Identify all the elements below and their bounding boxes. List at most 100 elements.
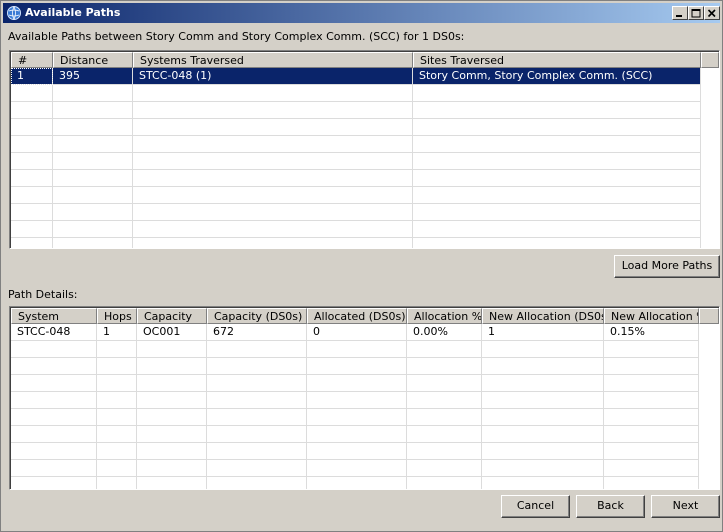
column-header-systems-traversed[interactable]: Systems Traversed: [133, 52, 413, 68]
column-header-system[interactable]: System: [11, 308, 97, 324]
app-globe-icon: [6, 5, 22, 21]
empty-cell: [137, 409, 207, 426]
detail-allocated-ds0s: 0: [307, 324, 407, 341]
empty-cell: [137, 426, 207, 443]
back-button[interactable]: Back: [576, 495, 645, 518]
empty-cell: [11, 238, 53, 248]
empty-cell: [53, 136, 133, 153]
empty-cell: [11, 170, 53, 187]
empty-cell: [413, 85, 701, 102]
empty-cell: [604, 375, 699, 392]
empty-cell: [207, 341, 307, 358]
empty-row: [11, 119, 701, 136]
maximize-button[interactable]: [688, 6, 704, 20]
empty-cell: [307, 409, 407, 426]
empty-cell: [307, 375, 407, 392]
paths-body: 1 395 STCC-048 (1) Story Comm, Story Com…: [11, 68, 701, 248]
empty-cell: [482, 409, 604, 426]
empty-cell: [413, 170, 701, 187]
path-distance: 395: [53, 68, 133, 85]
empty-cell: [53, 153, 133, 170]
empty-cell: [137, 375, 207, 392]
empty-cell: [133, 136, 413, 153]
empty-cell: [137, 443, 207, 460]
path-systems: STCC-048 (1): [133, 68, 413, 85]
empty-cell: [53, 102, 133, 119]
empty-cell: [11, 358, 97, 375]
empty-cell: [482, 392, 604, 409]
empty-cell: [53, 221, 133, 238]
details-body: STCC-048 1 OC001 672 0 0.00% 1 0.15%: [11, 324, 699, 489]
empty-cell: [133, 102, 413, 119]
path-sites: Story Comm, Story Complex Comm. (SCC): [413, 68, 701, 85]
column-header-hops[interactable]: Hops: [97, 308, 137, 324]
column-header-new-allocation-ds0s[interactable]: New Allocation (DS0s): [482, 308, 604, 324]
empty-cell: [307, 426, 407, 443]
cancel-button[interactable]: Cancel: [501, 495, 570, 518]
detail-capacity-ds0s: 672: [207, 324, 307, 341]
empty-cell: [53, 187, 133, 204]
column-header-capacity-ds0s[interactable]: Capacity (DS0s): [207, 308, 307, 324]
empty-cell: [11, 221, 53, 238]
empty-cell: [407, 426, 482, 443]
column-header-distance[interactable]: Distance: [53, 52, 133, 68]
empty-cell: [413, 187, 701, 204]
empty-cell: [407, 443, 482, 460]
column-header-allocation-pct[interactable]: Allocation %: [407, 308, 482, 324]
empty-cell: [604, 409, 699, 426]
available-paths-window: Available Paths Available Paths between …: [0, 0, 723, 532]
maximize-icon: [691, 9, 701, 18]
detail-capacity: OC001: [137, 324, 207, 341]
empty-cell: [11, 341, 97, 358]
available-paths-label: Available Paths between Story Comm and S…: [8, 30, 465, 43]
empty-cell: [53, 170, 133, 187]
column-header-filler: [701, 52, 719, 68]
empty-row: [11, 102, 701, 119]
empty-cell: [407, 392, 482, 409]
empty-cell: [97, 477, 137, 489]
empty-cell: [97, 443, 137, 460]
empty-cell: [413, 153, 701, 170]
minimize-button[interactable]: [672, 6, 688, 20]
empty-cell: [53, 85, 133, 102]
close-button[interactable]: [704, 6, 720, 20]
empty-cell: [11, 426, 97, 443]
available-paths-grid[interactable]: # Distance Systems Traversed Sites Trave…: [9, 50, 720, 249]
empty-row: [11, 409, 699, 426]
empty-cell: [482, 426, 604, 443]
empty-cell: [307, 392, 407, 409]
empty-cell: [207, 392, 307, 409]
empty-cell: [207, 409, 307, 426]
empty-cell: [207, 477, 307, 489]
empty-cell: [413, 136, 701, 153]
column-header-allocated-ds0s[interactable]: Allocated (DS0s): [307, 308, 407, 324]
table-row[interactable]: STCC-048 1 OC001 672 0 0.00% 1 0.15%: [11, 324, 699, 341]
column-header-num[interactable]: #: [11, 52, 53, 68]
empty-cell: [407, 358, 482, 375]
detail-system: STCC-048: [11, 324, 97, 341]
empty-cell: [604, 341, 699, 358]
empty-cell: [307, 460, 407, 477]
empty-cell: [604, 477, 699, 489]
empty-cell: [482, 375, 604, 392]
column-header-new-allocation-pct[interactable]: New Allocation %: [604, 308, 699, 324]
load-more-paths-button[interactable]: Load More Paths: [614, 255, 720, 278]
empty-cell: [482, 341, 604, 358]
column-header-sites-traversed[interactable]: Sites Traversed: [413, 52, 701, 68]
empty-cell: [407, 477, 482, 489]
empty-cell: [482, 477, 604, 489]
column-header-capacity[interactable]: Capacity: [137, 308, 207, 324]
next-button[interactable]: Next: [651, 495, 720, 518]
path-details-grid[interactable]: System Hops Capacity Capacity (DS0s) All…: [9, 306, 720, 490]
empty-cell: [413, 221, 701, 238]
detail-hops: 1: [97, 324, 137, 341]
empty-row: [11, 426, 699, 443]
empty-cell: [133, 238, 413, 248]
empty-cell: [413, 102, 701, 119]
title-bar[interactable]: Available Paths: [3, 3, 720, 23]
empty-cell: [207, 375, 307, 392]
empty-cell: [11, 119, 53, 136]
empty-row: [11, 375, 699, 392]
empty-cell: [604, 443, 699, 460]
table-row[interactable]: 1 395 STCC-048 (1) Story Comm, Story Com…: [11, 68, 701, 85]
